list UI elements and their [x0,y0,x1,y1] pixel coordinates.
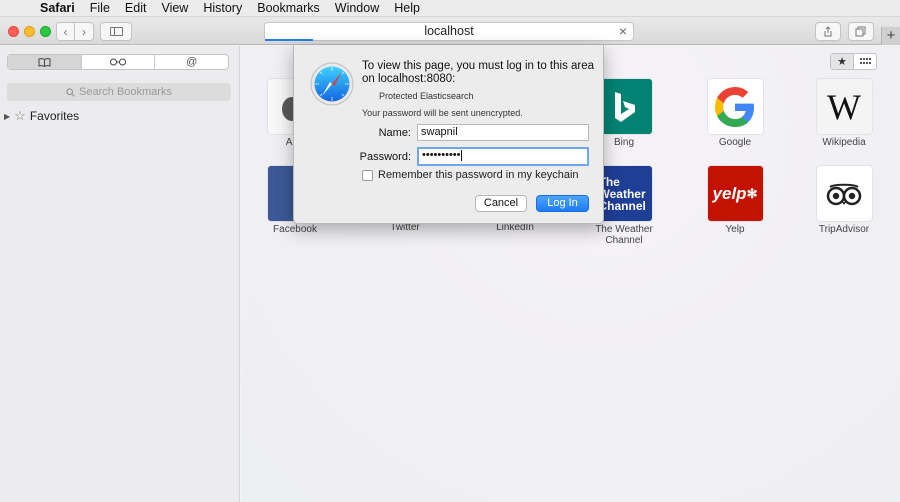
password-field[interactable]: •••••••••• [417,147,589,166]
menu-app-safari[interactable]: Safari [40,1,75,15]
grid-icon [859,58,871,64]
grid-view-button[interactable] [854,54,876,69]
sidebar-icon [109,27,123,36]
stop-loading-icon[interactable]: × [619,23,627,40]
menu-history[interactable]: History [203,1,242,15]
tabs-icon [855,26,866,37]
dialog-message: To view this page, you must log in to th… [362,60,595,85]
bing-logo-icon [596,79,652,134]
yelp-logo-icon: yelp ✻ [707,166,763,221]
favorite-yelp[interactable]: yelp ✻ Yelp [695,166,775,235]
share-button[interactable] [815,22,841,41]
favorite-label: Facebook [273,224,317,235]
favorite-label: Google [718,137,752,148]
chevron-right-icon: › [82,24,86,39]
weather-channel-tile-text: The Weather Channel [598,174,646,213]
tab-shared-links[interactable]: @ [155,55,228,69]
menu-bookmarks[interactable]: Bookmarks [257,1,320,15]
tab-reading-list[interactable] [82,55,156,69]
sidebar-item-favorites[interactable]: ▶ ☆ Favorites [4,108,79,124]
remember-password-checkbox[interactable] [362,169,373,181]
weather-channel-logo-icon: The Weather Channel [596,166,652,221]
at-sign-icon: @ [186,56,198,68]
password-label: Password: [359,151,411,163]
authentication-dialog: To view this page, you must log in to th… [293,45,604,224]
book-icon [38,57,51,67]
favorite-wikipedia[interactable]: W Wikipedia [804,79,884,148]
remember-password-row[interactable]: Remember this password in my keychain [362,169,579,181]
menu-bar: Safari File Edit View History Bookmarks … [0,0,900,17]
favorite-tripadvisor[interactable]: TripAdvisor [804,166,884,235]
address-text: localhost [424,24,474,38]
name-field[interactable]: swapnil [417,124,589,141]
menu-view[interactable]: View [161,1,188,15]
cancel-button[interactable]: Cancel [475,195,527,212]
page-load-progress [265,39,313,41]
favorites-star-button[interactable]: ★ [831,54,854,69]
search-icon [66,87,75,97]
glasses-icon [110,58,126,66]
forward-button[interactable]: › [75,22,94,41]
new-tab-button[interactable]: + [881,27,900,45]
google-logo-icon [707,79,763,134]
window-zoom-button[interactable] [40,26,51,37]
yelp-tile-text: yelp [712,183,747,203]
favorite-label: Yelp [725,224,745,235]
share-icon [824,26,832,37]
address-bar[interactable]: localhost × [264,22,634,41]
text-cursor [460,149,462,161]
menu-help[interactable]: Help [394,1,420,15]
favorite-label: Wikipedia [822,137,866,148]
sidebar-toggle-button[interactable] [100,22,132,41]
browser-toolbar: ‹ › localhost × [0,17,900,45]
favorite-google[interactable]: Google [695,79,775,148]
favorites-view-switch: ★ [830,53,877,70]
favorite-label: TripAdvisor [818,224,870,235]
favorite-label: Bing [613,137,634,148]
window-close-button[interactable] [8,26,19,37]
password-value: •••••••••• [422,149,461,161]
sidebar-segmented-control: @ [7,54,229,70]
show-all-tabs-button[interactable] [848,22,874,41]
dialog-realm: Protected Elasticsearch [379,91,474,101]
star-filled-icon: ★ [837,56,847,68]
safari-compass-icon [310,62,354,106]
chevron-left-icon: ‹ [63,24,68,39]
menu-file[interactable]: File [90,1,110,15]
log-in-button[interactable]: Log In [536,195,589,212]
sidebar-item-label: Favorites [29,109,80,123]
back-button[interactable]: ‹ [56,22,75,41]
tab-bookmarks[interactable] [8,55,82,69]
disclosure-triangle-icon[interactable]: ▶ [4,112,10,121]
search-bookmarks-placeholder: Search Bookmarks [79,86,172,98]
bookmarks-sidebar: @ Search Bookmarks ▶ ☆ Favorites [0,46,240,502]
menu-window[interactable]: Window [335,1,379,15]
remember-password-label: Remember this password in my keychain [378,169,579,181]
window-minimize-button[interactable] [24,26,35,37]
menu-edit[interactable]: Edit [125,1,147,15]
star-icon: ☆ [14,108,26,123]
dialog-warning: Your password will be sent unencrypted. [362,108,523,118]
tripadvisor-owl-icon [816,166,872,221]
wikipedia-logo-icon: W [816,79,872,134]
search-bookmarks-field[interactable]: Search Bookmarks [7,83,231,101]
favorite-label: The Weather Channel [595,224,653,246]
name-label: Name: [378,127,411,139]
